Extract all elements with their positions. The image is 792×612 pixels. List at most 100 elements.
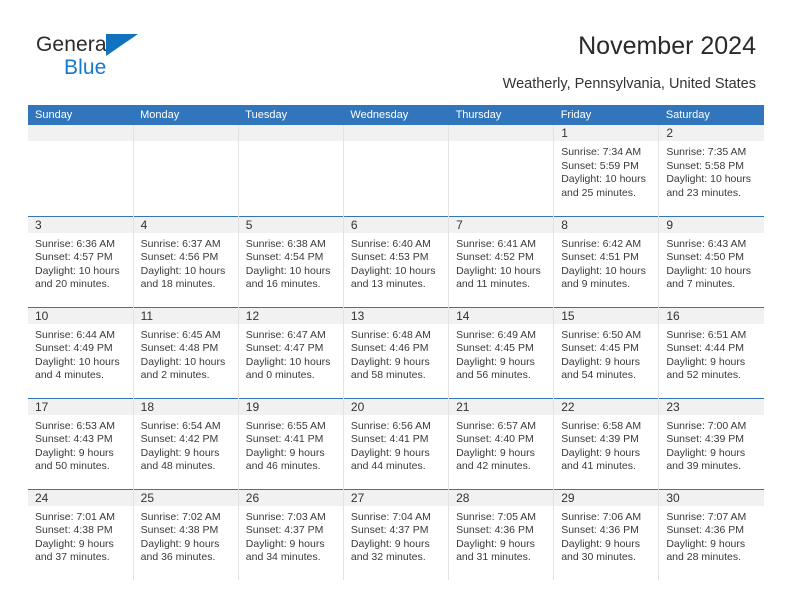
day-number [449, 125, 554, 141]
day-number: 16 [659, 307, 764, 324]
day-sun-info: Sunrise: 6:48 AM Sunset: 4:46 PM Dayligh… [350, 328, 431, 382]
weekday-header-monday: Monday [133, 105, 239, 125]
day-cell[interactable]: 7 Sunrise: 6:41 AM Sunset: 4:52 PM Dayli… [448, 215, 555, 307]
page-subtitle-location: Weatherly, Pennsylvania, United States [502, 76, 756, 92]
day-sun-info: Sunrise: 6:36 AM Sunset: 4:57 PM Dayligh… [35, 237, 120, 291]
day-cell[interactable]: 11 Sunrise: 6:45 AM Sunset: 4:48 PM Dayl… [133, 306, 239, 398]
day-cell[interactable]: 10 Sunrise: 6:44 AM Sunset: 4:49 PM Dayl… [28, 306, 134, 398]
day-cell[interactable]: 23 Sunrise: 7:00 AM Sunset: 4:39 PM Dayl… [658, 397, 764, 489]
day-number: 21 [449, 398, 554, 415]
day-number: 24 [28, 489, 133, 506]
month-calendar: Sunday Monday Tuesday Wednesday Thursday… [28, 105, 764, 580]
day-cell[interactable]: 8 Sunrise: 6:42 AM Sunset: 4:51 PM Dayli… [553, 215, 660, 307]
day-number: 27 [343, 489, 449, 506]
day-cell[interactable]: 4 Sunrise: 6:37 AM Sunset: 4:56 PM Dayli… [133, 215, 239, 307]
page-title: November 2024 [578, 32, 756, 60]
day-number: 1 [554, 125, 659, 141]
calendar-page: General Blue November 2024 Weatherly, Pe… [0, 0, 792, 612]
day-cell[interactable]: 24 Sunrise: 7:01 AM Sunset: 4:38 PM Dayl… [28, 488, 134, 580]
day-number: 18 [133, 398, 238, 415]
day-sun-info: Sunrise: 6:41 AM Sunset: 4:52 PM Dayligh… [456, 237, 541, 291]
day-sun-info: Sunrise: 6:51 AM Sunset: 4:44 PM Dayligh… [666, 328, 747, 382]
day-cell[interactable]: 15 Sunrise: 6:50 AM Sunset: 4:45 PM Dayl… [553, 306, 660, 398]
day-number: 4 [133, 216, 238, 233]
day-number: 28 [449, 489, 554, 506]
day-cell[interactable] [133, 125, 239, 216]
day-sun-info: Sunrise: 6:50 AM Sunset: 4:45 PM Dayligh… [561, 328, 642, 382]
calendar-week-row: 24 Sunrise: 7:01 AM Sunset: 4:38 PM Dayl… [28, 488, 764, 580]
day-sun-info: Sunrise: 7:02 AM Sunset: 4:38 PM Dayligh… [140, 510, 221, 564]
day-cell[interactable]: 13 Sunrise: 6:48 AM Sunset: 4:46 PM Dayl… [343, 306, 450, 398]
day-cell[interactable]: 2 Sunrise: 7:35 AM Sunset: 5:58 PM Dayli… [658, 125, 764, 216]
day-sun-info [344, 141, 448, 146]
day-number: 9 [659, 216, 764, 233]
logo-triangle-icon [106, 34, 138, 56]
day-cell[interactable]: 14 Sunrise: 6:49 AM Sunset: 4:45 PM Dayl… [448, 306, 555, 398]
day-sun-info [449, 141, 553, 146]
day-sun-info: Sunrise: 6:55 AM Sunset: 4:41 PM Dayligh… [245, 419, 326, 473]
day-cell[interactable]: 27 Sunrise: 7:04 AM Sunset: 4:37 PM Dayl… [343, 488, 450, 580]
day-cell[interactable]: 18 Sunrise: 6:54 AM Sunset: 4:42 PM Dayl… [133, 397, 239, 489]
day-number [28, 125, 133, 141]
day-sun-info: Sunrise: 6:45 AM Sunset: 4:48 PM Dayligh… [140, 328, 226, 382]
day-number: 23 [659, 398, 764, 415]
day-number: 12 [238, 307, 343, 324]
day-cell[interactable]: 28 Sunrise: 7:05 AM Sunset: 4:36 PM Dayl… [448, 488, 555, 580]
day-cell[interactable] [448, 125, 555, 216]
day-sun-info: Sunrise: 6:40 AM Sunset: 4:53 PM Dayligh… [350, 237, 436, 291]
generalblue-logo[interactable]: General Blue [36, 34, 216, 86]
day-sun-info: Sunrise: 7:00 AM Sunset: 4:39 PM Dayligh… [666, 419, 747, 473]
day-number: 6 [343, 216, 449, 233]
day-cell[interactable]: 29 Sunrise: 7:06 AM Sunset: 4:36 PM Dayl… [553, 488, 660, 580]
day-cell[interactable] [343, 125, 450, 216]
day-sun-info: Sunrise: 6:38 AM Sunset: 4:54 PM Dayligh… [245, 237, 331, 291]
day-sun-info: Sunrise: 7:34 AM Sunset: 5:59 PM Dayligh… [561, 146, 646, 199]
day-number: 8 [554, 216, 659, 233]
day-sun-info: Sunrise: 6:47 AM Sunset: 4:47 PM Dayligh… [245, 328, 331, 382]
day-cell[interactable]: 3 Sunrise: 6:36 AM Sunset: 4:57 PM Dayli… [28, 215, 134, 307]
day-cell[interactable] [238, 125, 344, 216]
day-number: 17 [28, 398, 133, 415]
day-cell[interactable]: 20 Sunrise: 6:56 AM Sunset: 4:41 PM Dayl… [343, 397, 450, 489]
day-cell[interactable]: 17 Sunrise: 6:53 AM Sunset: 4:43 PM Dayl… [28, 397, 134, 489]
day-cell[interactable]: 16 Sunrise: 6:51 AM Sunset: 4:44 PM Dayl… [658, 306, 764, 398]
day-number: 15 [554, 307, 659, 324]
day-sun-info: Sunrise: 7:06 AM Sunset: 4:36 PM Dayligh… [561, 510, 642, 564]
day-cell[interactable]: 25 Sunrise: 7:02 AM Sunset: 4:38 PM Dayl… [133, 488, 239, 580]
day-number: 2 [659, 125, 764, 141]
day-cell[interactable]: 9 Sunrise: 6:43 AM Sunset: 4:50 PM Dayli… [658, 215, 764, 307]
day-cell[interactable]: 5 Sunrise: 6:38 AM Sunset: 4:54 PM Dayli… [238, 215, 344, 307]
day-sun-info: Sunrise: 6:58 AM Sunset: 4:39 PM Dayligh… [561, 419, 642, 473]
day-sun-info: Sunrise: 7:05 AM Sunset: 4:36 PM Dayligh… [456, 510, 537, 564]
weekday-header-sunday: Sunday [28, 105, 134, 125]
day-cell[interactable]: 30 Sunrise: 7:07 AM Sunset: 4:36 PM Dayl… [658, 488, 764, 580]
day-number: 25 [133, 489, 238, 506]
day-number: 29 [554, 489, 659, 506]
day-cell[interactable]: 19 Sunrise: 6:55 AM Sunset: 4:41 PM Dayl… [238, 397, 344, 489]
day-cell[interactable]: 12 Sunrise: 6:47 AM Sunset: 4:47 PM Dayl… [238, 306, 344, 398]
day-sun-info: Sunrise: 6:49 AM Sunset: 4:45 PM Dayligh… [456, 328, 537, 382]
day-sun-info: Sunrise: 6:53 AM Sunset: 4:43 PM Dayligh… [35, 419, 115, 473]
day-number: 20 [343, 398, 449, 415]
day-sun-info: Sunrise: 7:07 AM Sunset: 4:36 PM Dayligh… [666, 510, 747, 564]
day-number: 22 [554, 398, 659, 415]
day-number: 3 [28, 216, 133, 233]
day-sun-info: Sunrise: 6:37 AM Sunset: 4:56 PM Dayligh… [140, 237, 226, 291]
weekday-header-tuesday: Tuesday [238, 105, 344, 125]
day-cell[interactable] [28, 125, 134, 216]
calendar-week-row: 10 Sunrise: 6:44 AM Sunset: 4:49 PM Dayl… [28, 306, 764, 398]
day-number: 30 [659, 489, 764, 506]
day-number: 11 [133, 307, 238, 324]
day-cell[interactable]: 22 Sunrise: 6:58 AM Sunset: 4:39 PM Dayl… [553, 397, 660, 489]
day-cell[interactable]: 26 Sunrise: 7:03 AM Sunset: 4:37 PM Dayl… [238, 488, 344, 580]
day-sun-info: Sunrise: 6:44 AM Sunset: 4:49 PM Dayligh… [35, 328, 120, 382]
calendar-header-row: Sunday Monday Tuesday Wednesday Thursday… [28, 105, 764, 125]
day-cell[interactable]: 6 Sunrise: 6:40 AM Sunset: 4:53 PM Dayli… [343, 215, 450, 307]
day-number: 14 [449, 307, 554, 324]
day-sun-info: Sunrise: 7:35 AM Sunset: 5:58 PM Dayligh… [666, 146, 751, 199]
logo-text-blue: Blue [64, 56, 107, 79]
day-cell[interactable]: 1 Sunrise: 7:34 AM Sunset: 5:59 PM Dayli… [553, 125, 660, 216]
day-number: 26 [238, 489, 343, 506]
day-number: 7 [449, 216, 554, 233]
day-cell[interactable]: 21 Sunrise: 6:57 AM Sunset: 4:40 PM Dayl… [448, 397, 555, 489]
